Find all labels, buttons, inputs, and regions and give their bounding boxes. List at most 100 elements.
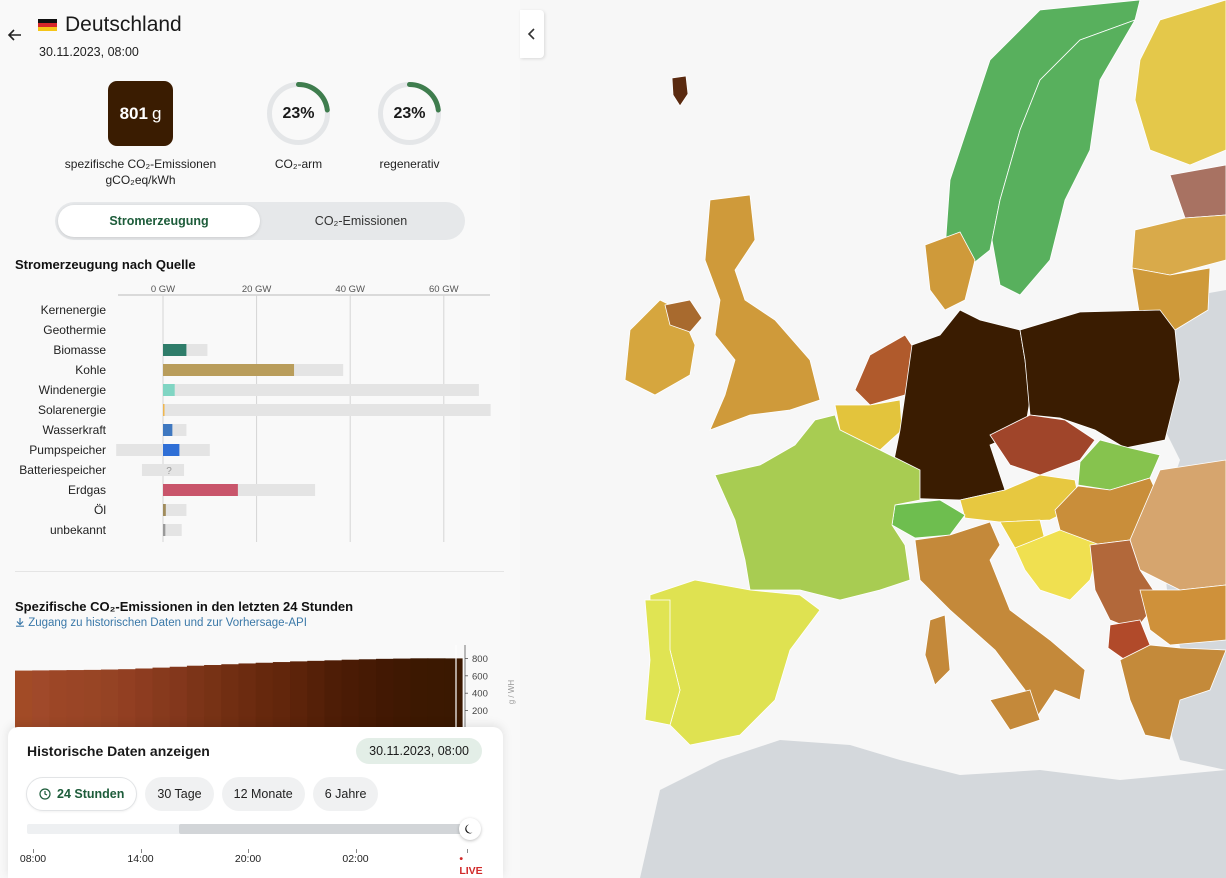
emission-bar[interactable]: [444, 658, 463, 728]
emission-bar[interactable]: [135, 668, 154, 728]
chip-24-hours-label: 24 Stunden: [57, 787, 125, 801]
collapse-panel-button[interactable]: [520, 10, 544, 58]
production-bar[interactable]: [163, 524, 166, 536]
chip-30-days[interactable]: 30 Tage: [145, 777, 214, 811]
production-bar-chart: 0 GW 20 GW 40 GW 60 GW Kernenergie Geothermie…: [19, 284, 491, 542]
map-view[interactable]: [520, 0, 1226, 878]
source-label: Pumpspeicher: [29, 443, 106, 457]
capacity-bar-negative: [141, 464, 163, 476]
production-bar[interactable]: [163, 364, 295, 376]
emission-bar[interactable]: [410, 658, 429, 728]
source-label: Batteriespeicher: [19, 463, 106, 477]
production-bar[interactable]: [163, 444, 180, 456]
capacity-bar-negative: [116, 444, 163, 456]
production-bar[interactable]: [163, 384, 175, 396]
capacity-bar: [163, 404, 491, 416]
emission-bar[interactable]: [169, 666, 188, 728]
toggle-production[interactable]: Stromerzeugung: [58, 205, 260, 237]
source-label: unbekannt: [50, 523, 107, 537]
emission-bar[interactable]: [307, 660, 326, 728]
chip-24-hours[interactable]: 24 Stunden: [26, 777, 138, 811]
carbon-intensity-label: spezifische CO₂-Emissionen gCO₂eq/kWh: [50, 156, 231, 188]
emission-bar[interactable]: [393, 658, 412, 728]
low-carbon-label: CO₂-arm: [274, 157, 323, 171]
time-tick-label: 20:00: [234, 853, 262, 865]
source-label: Geothermie: [43, 323, 106, 337]
x-tick-label: 60 GW: [429, 284, 459, 295]
emission-bar[interactable]: [221, 664, 240, 728]
carbon-intensity-label-line1: spezifische CO₂-Emissionen: [64, 157, 217, 171]
y-unit-label: g / WH: [507, 680, 516, 705]
emissions-area-chart: 200 400 600 800 g / WH: [15, 645, 516, 728]
source-label: Öl: [94, 503, 106, 517]
zone-name: Deutschland: [65, 13, 182, 36]
map-svg[interactable]: [520, 0, 1226, 878]
toggle-emissions[interactable]: CO₂-Emissionen: [260, 205, 462, 237]
capacity-bar: [163, 504, 187, 516]
zone-header: Deutschland: [38, 13, 182, 37]
carbon-intensity-unit: g: [151, 103, 162, 123]
unknown-marker: ?: [166, 466, 172, 477]
emissions-history-title: Spezifische CO₂-Emissionen in den letzte…: [15, 599, 354, 614]
germany-flag-icon: [38, 19, 57, 31]
time-slider-fill: [178, 824, 467, 834]
time-tick-label: 02:00: [342, 853, 369, 865]
source-label: Biomasse: [53, 343, 106, 357]
country-finnland[interactable]: [1134, 0, 1226, 166]
emission-bar[interactable]: [15, 670, 33, 728]
emission-bar[interactable]: [255, 662, 274, 728]
chip-12-months-label: 12 Monate: [233, 787, 293, 801]
x-tick-label: 40 GW: [335, 284, 365, 295]
live-label[interactable]: • LIVE: [459, 853, 482, 877]
emission-bar[interactable]: [238, 663, 257, 728]
country-estland[interactable]: [1169, 164, 1226, 219]
emission-bar[interactable]: [341, 659, 360, 728]
production-bar[interactable]: [163, 344, 187, 356]
history-range-chips: 24 Stunden 30 Tage 12 Monate 6 Jahre: [26, 777, 379, 811]
emission-bar[interactable]: [49, 670, 68, 728]
source-label: Erdgas: [68, 483, 106, 497]
production-bar[interactable]: [163, 484, 238, 496]
emission-bar[interactable]: [324, 660, 343, 728]
time-tick-label: 08:00: [19, 853, 47, 865]
emission-bar[interactable]: [100, 669, 119, 728]
production-bar[interactable]: [163, 424, 173, 436]
emission-bar[interactable]: [66, 670, 85, 728]
emission-bar[interactable]: [152, 667, 171, 728]
chart-mode-toggle: Stromerzeugung CO₂-Emissionen: [55, 202, 465, 240]
x-tick-label: 0 GW: [151, 284, 175, 295]
production-bar[interactable]: [163, 504, 166, 516]
source-label: Solarenergie: [38, 403, 106, 417]
emission-bar[interactable]: [290, 661, 308, 728]
x-tick-label: 20 GW: [242, 284, 272, 295]
emission-bar[interactable]: [376, 658, 394, 728]
emission-bar[interactable]: [32, 670, 50, 728]
time-slider-ticks: 08:00 14:00 20:00 02:00 • LIVE: [20, 849, 487, 877]
y-tick-label: 200: [472, 706, 488, 717]
source-label: Wasserkraft: [42, 423, 106, 437]
chip-6-years-label: 6 Jahre: [324, 787, 367, 801]
section-divider: [15, 571, 504, 572]
production-bar[interactable]: [163, 404, 165, 416]
capacity-bar: [163, 524, 182, 536]
time-slider-track[interactable]: [27, 824, 467, 834]
emission-bar[interactable]: [83, 669, 102, 728]
production-chart-title: Stromerzeugung nach Quelle: [15, 257, 196, 272]
emission-bar[interactable]: [186, 665, 205, 728]
chip-6-years[interactable]: 6 Jahre: [312, 777, 379, 811]
back-arrow-icon[interactable]: [6, 26, 24, 44]
carbon-intensity-box: 801 g: [108, 81, 173, 146]
historical-data-link[interactable]: Zugang zu historischen Daten und zur Vor…: [15, 617, 307, 629]
zone-details-panel: Deutschland 30.11.2023, 08:00 801 g spez…: [0, 0, 520, 878]
time-slider-thumb[interactable]: [459, 818, 481, 840]
chip-12-months[interactable]: 12 Monate: [221, 777, 305, 811]
emission-bar[interactable]: [204, 665, 222, 728]
history-title: Historische Daten anzeigen: [27, 743, 210, 759]
source-label: Kernenergie: [41, 303, 107, 317]
emission-bar[interactable]: [427, 658, 446, 728]
emission-bar[interactable]: [118, 669, 136, 728]
moon-icon: [465, 824, 473, 834]
clock-icon: [39, 788, 51, 800]
emission-bar[interactable]: [272, 662, 291, 728]
emission-bar[interactable]: [358, 659, 377, 728]
